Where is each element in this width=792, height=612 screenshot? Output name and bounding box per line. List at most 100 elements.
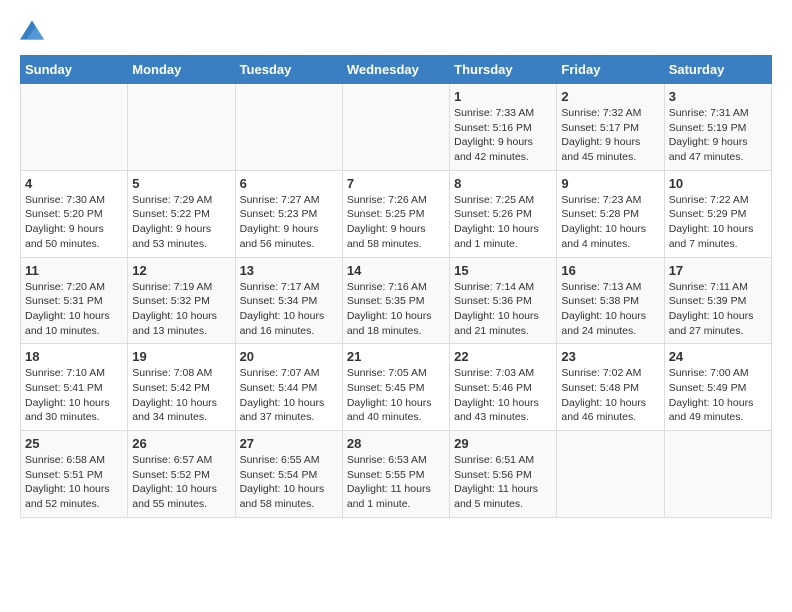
calendar-cell: 23 Sunrise: 7:02 AM Sunset: 5:48 PM Dayli…	[557, 344, 664, 431]
day-info: Sunrise: 7:33 AM Sunset: 5:16 PM Dayligh…	[454, 106, 552, 165]
day-number: 8	[454, 176, 552, 191]
calendar-cell: 24 Sunrise: 7:00 AM Sunset: 5:49 PM Dayli…	[664, 344, 771, 431]
weekday-header-saturday: Saturday	[664, 56, 771, 84]
day-info: Sunrise: 6:57 AM Sunset: 5:52 PM Dayligh…	[132, 453, 230, 512]
calendar-week-row: 25 Sunrise: 6:58 AM Sunset: 5:51 PM Dayli…	[21, 431, 772, 518]
day-number: 23	[561, 349, 659, 364]
weekday-header-monday: Monday	[128, 56, 235, 84]
day-number: 18	[25, 349, 123, 364]
calendar-cell: 28 Sunrise: 6:53 AM Sunset: 5:55 PM Dayli…	[342, 431, 449, 518]
day-info: Sunrise: 7:05 AM Sunset: 5:45 PM Dayligh…	[347, 366, 445, 425]
day-info: Sunrise: 7:13 AM Sunset: 5:38 PM Dayligh…	[561, 280, 659, 339]
calendar-cell: 10 Sunrise: 7:22 AM Sunset: 5:29 PM Dayli…	[664, 170, 771, 257]
calendar-cell: 14 Sunrise: 7:16 AM Sunset: 5:35 PM Dayli…	[342, 257, 449, 344]
day-info: Sunrise: 7:00 AM Sunset: 5:49 PM Dayligh…	[669, 366, 767, 425]
day-info: Sunrise: 7:17 AM Sunset: 5:34 PM Dayligh…	[240, 280, 338, 339]
day-number: 24	[669, 349, 767, 364]
calendar-cell: 4 Sunrise: 7:30 AM Sunset: 5:20 PM Daylig…	[21, 170, 128, 257]
day-info: Sunrise: 7:30 AM Sunset: 5:20 PM Dayligh…	[25, 193, 123, 252]
calendar-cell: 8 Sunrise: 7:25 AM Sunset: 5:26 PM Daylig…	[450, 170, 557, 257]
day-info: Sunrise: 6:53 AM Sunset: 5:55 PM Dayligh…	[347, 453, 445, 512]
calendar-cell	[235, 84, 342, 171]
calendar-cell: 6Sunrise: 7:27 AM Sunset: 5:23 PM Daylig…	[235, 170, 342, 257]
day-info: Sunrise: 7:10 AM Sunset: 5:41 PM Dayligh…	[25, 366, 123, 425]
logo-icon	[20, 20, 44, 40]
calendar-week-row: 11 Sunrise: 7:20 AM Sunset: 5:31 PM Dayli…	[21, 257, 772, 344]
day-number: 10	[669, 176, 767, 191]
day-info: Sunrise: 7:29 AM Sunset: 5:22 PM Dayligh…	[132, 193, 230, 252]
day-number: 5	[132, 176, 230, 191]
calendar-cell: 20 Sunrise: 7:07 AM Sunset: 5:44 PM Dayli…	[235, 344, 342, 431]
day-number: 7	[347, 176, 445, 191]
calendar-table: SundayMondayTuesdayWednesdayThursdayFrid…	[20, 55, 772, 518]
day-info: Sunrise: 7:14 AM Sunset: 5:36 PM Dayligh…	[454, 280, 552, 339]
day-info: Sunrise: 7:31 AM Sunset: 5:19 PM Dayligh…	[669, 106, 767, 165]
weekday-header-thursday: Thursday	[450, 56, 557, 84]
day-info: Sunrise: 7:26 AM Sunset: 5:25 PM Dayligh…	[347, 193, 445, 252]
day-info: Sunrise: 7:25 AM Sunset: 5:26 PM Dayligh…	[454, 193, 552, 252]
calendar-cell: 2 Sunrise: 7:32 AM Sunset: 5:17 PM Daylig…	[557, 84, 664, 171]
day-number: 19	[132, 349, 230, 364]
day-info: Sunrise: 7:23 AM Sunset: 5:28 PM Dayligh…	[561, 193, 659, 252]
day-number: 28	[347, 436, 445, 451]
day-number: 11	[25, 263, 123, 278]
day-number: 15	[454, 263, 552, 278]
day-number: 4	[25, 176, 123, 191]
calendar-cell	[557, 431, 664, 518]
calendar-cell: 7 Sunrise: 7:26 AM Sunset: 5:25 PM Daylig…	[342, 170, 449, 257]
calendar-cell	[664, 431, 771, 518]
day-info: Sunrise: 6:58 AM Sunset: 5:51 PM Dayligh…	[25, 453, 123, 512]
day-info: Sunrise: 7:19 AM Sunset: 5:32 PM Dayligh…	[132, 280, 230, 339]
calendar-cell: 29 Sunrise: 6:51 AM Sunset: 5:56 PM Dayli…	[450, 431, 557, 518]
day-number: 20	[240, 349, 338, 364]
day-info: Sunrise: 7:11 AM Sunset: 5:39 PM Dayligh…	[669, 280, 767, 339]
day-number: 22	[454, 349, 552, 364]
weekday-header-tuesday: Tuesday	[235, 56, 342, 84]
weekday-header-sunday: Sunday	[21, 56, 128, 84]
calendar-cell: 12Sunrise: 7:19 AM Sunset: 5:32 PM Dayli…	[128, 257, 235, 344]
calendar-cell: 13 Sunrise: 7:17 AM Sunset: 5:34 PM Dayli…	[235, 257, 342, 344]
day-info: Sunrise: 7:22 AM Sunset: 5:29 PM Dayligh…	[669, 193, 767, 252]
calendar-cell	[128, 84, 235, 171]
day-number: 27	[240, 436, 338, 451]
day-info: Sunrise: 6:55 AM Sunset: 5:54 PM Dayligh…	[240, 453, 338, 512]
weekday-header-wednesday: Wednesday	[342, 56, 449, 84]
day-number: 29	[454, 436, 552, 451]
calendar-week-row: 4 Sunrise: 7:30 AM Sunset: 5:20 PM Daylig…	[21, 170, 772, 257]
day-number: 13	[240, 263, 338, 278]
header	[20, 20, 772, 45]
day-number: 26	[132, 436, 230, 451]
day-info: Sunrise: 7:03 AM Sunset: 5:46 PM Dayligh…	[454, 366, 552, 425]
calendar-cell	[342, 84, 449, 171]
day-number: 3	[669, 89, 767, 104]
day-info: Sunrise: 7:16 AM Sunset: 5:35 PM Dayligh…	[347, 280, 445, 339]
calendar-cell: 22 Sunrise: 7:03 AM Sunset: 5:46 PM Dayli…	[450, 344, 557, 431]
day-number: 2	[561, 89, 659, 104]
day-info: Sunrise: 7:02 AM Sunset: 5:48 PM Dayligh…	[561, 366, 659, 425]
day-info: Sunrise: 6:51 AM Sunset: 5:56 PM Dayligh…	[454, 453, 552, 512]
day-info: Sunrise: 7:08 AM Sunset: 5:42 PM Dayligh…	[132, 366, 230, 425]
day-number: 25	[25, 436, 123, 451]
calendar-week-row: 18 Sunrise: 7:10 AM Sunset: 5:41 PM Dayli…	[21, 344, 772, 431]
day-number: 16	[561, 263, 659, 278]
day-info: Sunrise: 7:27 AM Sunset: 5:23 PM Dayligh…	[240, 193, 338, 252]
calendar-cell: 11 Sunrise: 7:20 AM Sunset: 5:31 PM Dayli…	[21, 257, 128, 344]
logo	[20, 20, 48, 45]
day-number: 14	[347, 263, 445, 278]
day-info: Sunrise: 7:20 AM Sunset: 5:31 PM Dayligh…	[25, 280, 123, 339]
calendar-cell: 27 Sunrise: 6:55 AM Sunset: 5:54 PM Dayli…	[235, 431, 342, 518]
weekday-header-row: SundayMondayTuesdayWednesdayThursdayFrid…	[21, 56, 772, 84]
calendar-cell: 1 Sunrise: 7:33 AM Sunset: 5:16 PM Daylig…	[450, 84, 557, 171]
calendar-cell: 5 Sunrise: 7:29 AM Sunset: 5:22 PM Daylig…	[128, 170, 235, 257]
calendar-week-row: 1 Sunrise: 7:33 AM Sunset: 5:16 PM Daylig…	[21, 84, 772, 171]
calendar-cell	[21, 84, 128, 171]
calendar-cell: 21 Sunrise: 7:05 AM Sunset: 5:45 PM Dayli…	[342, 344, 449, 431]
calendar-cell: 9 Sunrise: 7:23 AM Sunset: 5:28 PM Daylig…	[557, 170, 664, 257]
day-info: Sunrise: 7:07 AM Sunset: 5:44 PM Dayligh…	[240, 366, 338, 425]
calendar-cell: 19 Sunrise: 7:08 AM Sunset: 5:42 PM Dayli…	[128, 344, 235, 431]
day-number: 21	[347, 349, 445, 364]
day-number: 1	[454, 89, 552, 104]
day-number: 9	[561, 176, 659, 191]
calendar-cell: 17Sunrise: 7:11 AM Sunset: 5:39 PM Dayli…	[664, 257, 771, 344]
day-info: Sunrise: 7:32 AM Sunset: 5:17 PM Dayligh…	[561, 106, 659, 165]
